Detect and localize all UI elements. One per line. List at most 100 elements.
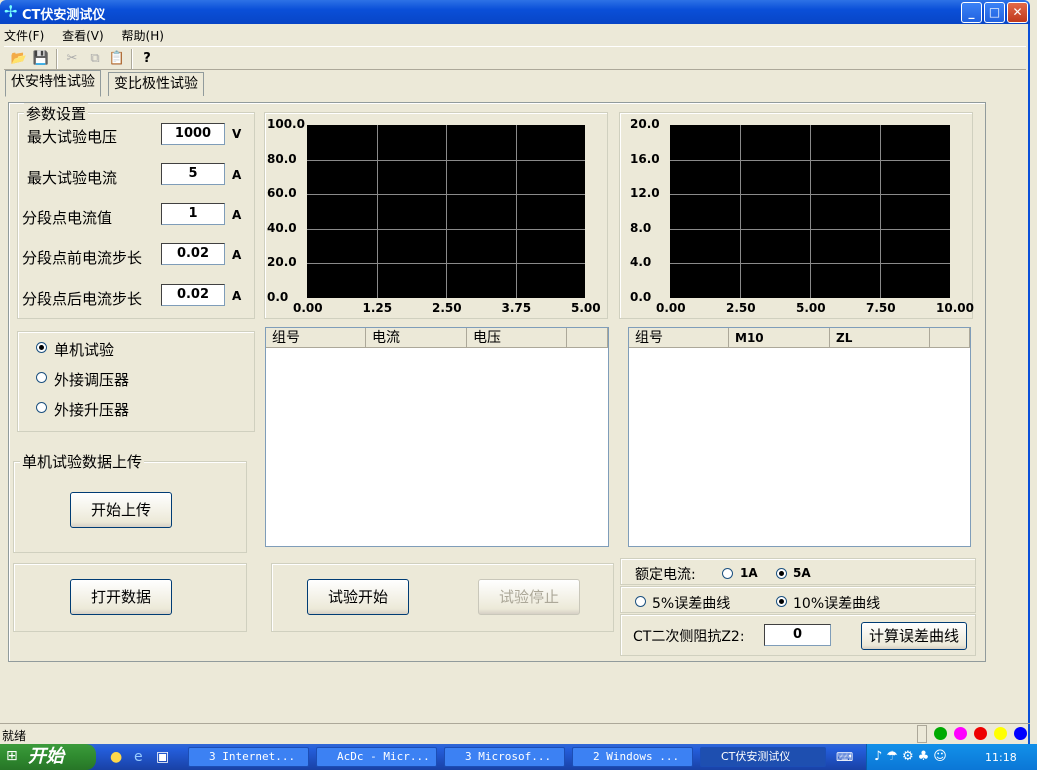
error-curve-chart — [670, 125, 950, 298]
max-voltage-label: 最大试验电压 — [27, 128, 118, 146]
voltampere-chart — [307, 125, 585, 298]
grid-line — [307, 263, 585, 265]
maximize-button[interactable]: □ — [984, 2, 1005, 23]
mode-radio-regulator[interactable] — [36, 372, 47, 383]
max-voltage-input[interactable]: 1000 — [161, 123, 225, 145]
task-word[interactable]: 3 Microsof... — [444, 747, 565, 767]
post-step-label: 分段点后电流步长 — [22, 290, 143, 308]
error-curve-radio-10[interactable] — [776, 596, 787, 607]
column-header[interactable]: ZL — [830, 328, 930, 348]
toolbar-separator — [131, 49, 133, 69]
grid-line — [670, 228, 950, 230]
status-dot-icon — [954, 727, 967, 740]
x-tick-label: 0.00 — [293, 301, 323, 315]
menu-file[interactable]: 文件(F) — [4, 29, 44, 43]
rated-current-1a-label[interactable]: 1A — [740, 566, 758, 580]
toolbar — [4, 46, 1026, 70]
breakpoint-current-unit: A — [232, 208, 242, 222]
impedance-label: CT二次侧阻抗Z2: — [633, 629, 745, 645]
x-tick-label: 2.50 — [726, 301, 756, 315]
toolbar-separator — [56, 49, 58, 69]
title-bar[interactable] — [0, 0, 1030, 24]
mode-radio-standalone[interactable] — [36, 342, 47, 353]
x-tick-label: 5.00 — [571, 301, 601, 315]
grid-line — [515, 125, 517, 298]
x-tick-label: 5.00 — [796, 301, 826, 315]
y-tick-label: 40.0 — [267, 220, 297, 235]
max-current-unit: A — [232, 168, 242, 182]
tab-ratio-polarity[interactable]: 变比极性试验 — [108, 72, 204, 96]
error-curve-10-label[interactable]: 10%误差曲线 — [793, 593, 880, 613]
data-table-left[interactable]: 组号 电流 电压 — [265, 327, 609, 547]
task-ct-tester[interactable]: CT伏安测试仪 — [700, 747, 826, 767]
breakpoint-current-input[interactable]: 1 — [161, 203, 225, 225]
tab-voltampere[interactable]: 伏安特性试验 — [5, 70, 101, 97]
status-panel — [917, 725, 927, 743]
mode-group — [17, 331, 255, 432]
start-upload-button[interactable]: 开始上传 — [70, 492, 172, 528]
impedance-input[interactable]: 0 — [764, 624, 831, 646]
y-tick-label: 0.0 — [267, 290, 289, 304]
grid-line — [670, 159, 950, 161]
help-icon[interactable]: ? — [138, 50, 156, 67]
column-header[interactable]: 组号 — [266, 328, 366, 348]
mode-label-regulator[interactable]: 外接调压器 — [54, 369, 129, 390]
y-tick-label: 12.0 — [630, 186, 660, 201]
y-tick-label: 16.0 — [630, 151, 660, 166]
grid-line — [740, 125, 741, 298]
keyboard-icon[interactable]: ⌨ — [836, 750, 853, 764]
upload-title: 单机试验数据上传 — [20, 451, 145, 472]
save-icon[interactable]: 💾 — [32, 50, 50, 67]
rated-current-radio-1a[interactable] — [722, 568, 733, 579]
copy-icon[interactable]: ⧉ — [86, 50, 104, 67]
pre-step-label: 分段点前电流步长 — [22, 249, 143, 267]
max-current-input[interactable]: 5 — [161, 163, 225, 185]
desktop-icon[interactable]: ▣ — [156, 749, 169, 765]
open-data-button[interactable]: 打开数据 — [70, 579, 172, 615]
column-header[interactable]: M10 — [729, 328, 830, 348]
column-header[interactable] — [930, 328, 970, 348]
grid-line — [307, 159, 585, 161]
grid-line — [446, 125, 447, 298]
table-header: 组号 M10 ZL — [629, 328, 970, 348]
y-tick-label: 100.0 — [267, 117, 305, 131]
tray-icons[interactable]: ♪☂⚙♣☺ — [874, 749, 951, 764]
grid-line — [307, 194, 585, 196]
mode-label-standalone[interactable]: 单机试验 — [54, 339, 114, 360]
mode-label-booster[interactable]: 外接升压器 — [54, 399, 129, 420]
error-curve-radio-5[interactable] — [635, 596, 646, 607]
calc-error-curve-button[interactable]: 计算误差曲线 — [861, 622, 967, 650]
data-table-right[interactable]: 组号 M10 ZL — [628, 327, 971, 547]
rated-current-5a-label[interactable]: 5A — [793, 566, 811, 580]
menu-help[interactable]: 帮助(H) — [122, 29, 164, 43]
y-tick-label: 4.0 — [630, 255, 652, 270]
post-step-input[interactable]: 0.02 — [161, 284, 225, 306]
paste-icon[interactable]: 📋 — [108, 50, 126, 67]
pre-step-input[interactable]: 0.02 — [161, 243, 225, 265]
post-step-unit: A — [232, 289, 242, 303]
cut-icon[interactable]: ✂ — [63, 50, 81, 67]
open-folder-icon[interactable]: 📂 — [10, 50, 28, 67]
column-header[interactable] — [567, 328, 608, 348]
column-header[interactable]: 电压 — [467, 328, 567, 348]
error-curve-5-label[interactable]: 5%误差曲线 — [652, 593, 730, 613]
rated-current-radio-5a[interactable] — [776, 568, 787, 579]
start-test-button[interactable]: 试验开始 — [307, 579, 409, 615]
quicklaunch-icon[interactable]: ● — [110, 749, 122, 765]
column-header[interactable]: 电流 — [366, 328, 467, 348]
params-title: 参数设置 — [24, 103, 89, 124]
stop-test-button: 试验停止 — [478, 579, 580, 615]
status-dot-icon — [974, 727, 987, 740]
menu-view[interactable]: 查看(V) — [62, 29, 104, 43]
window-title: CT伏安测试仪 — [22, 8, 106, 23]
ie-icon[interactable]: e — [134, 749, 143, 765]
mode-radio-booster[interactable] — [36, 402, 47, 413]
minimize-button[interactable]: _ — [961, 2, 982, 23]
close-button[interactable]: ✕ — [1007, 2, 1028, 23]
windows-logo-icon: ⊞ — [6, 748, 18, 764]
x-tick-label: 10.00 — [936, 301, 974, 315]
task-internet[interactable]: 3 Internet... — [188, 747, 309, 767]
column-header[interactable]: 组号 — [629, 328, 729, 348]
task-windows[interactable]: 2 Windows ... — [572, 747, 693, 767]
task-acdc[interactable]: AcDc - Micr... — [316, 747, 437, 767]
